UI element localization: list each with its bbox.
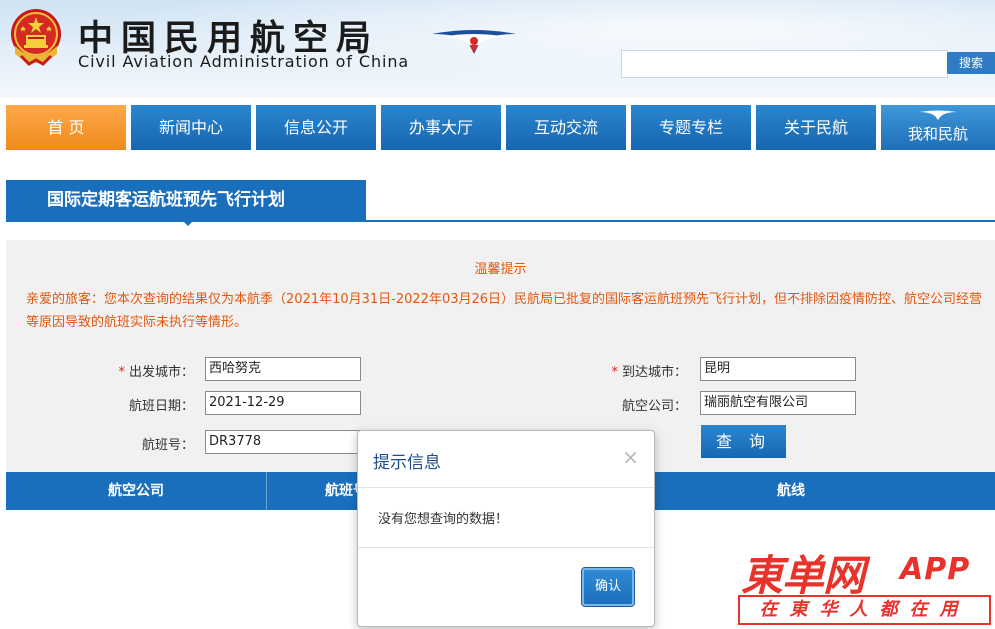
watermark-logo: 東单网 APP 在東华人都在用: [738, 540, 995, 629]
page: 中国民用航空局 Civil Aviation Administration of…: [0, 0, 995, 629]
nav-item-special-topics[interactable]: 专题专栏: [631, 105, 751, 150]
dialog-divider: [358, 487, 654, 488]
arrival-city-field[interactable]: 昆明: [700, 357, 856, 381]
nav-item-about[interactable]: 关于民航: [756, 105, 876, 150]
nav-item-info-disclosure[interactable]: 信息公开: [256, 105, 376, 150]
watermark-slogan: 在東华人都在用: [738, 595, 991, 625]
notice-title: 温馨提示: [474, 262, 527, 277]
notice-text: 亲爱的旅客：您本次查询的结果仅为本航季（2021年10月31日-2022年03月…: [26, 292, 983, 330]
nav-item-interaction[interactable]: 互动交流: [506, 105, 626, 150]
flight-date-field[interactable]: 2021-12-29: [205, 391, 361, 415]
flight-number-label: 航班号：: [141, 438, 194, 453]
section-title: 国际定期客运航班预先飞行计划: [47, 190, 285, 210]
caac-wing-logo-icon: [432, 30, 516, 54]
watermark-app: APP: [900, 552, 971, 587]
column-header-airline: 航空公司: [108, 483, 164, 499]
nav-item-news[interactable]: 新闻中心: [131, 105, 251, 150]
main-nav: 首 页 新闻中心 信息公开 办事大厅 互动交流 专题专栏 关于民航 我和民航: [0, 105, 995, 150]
required-mark: *: [611, 365, 618, 380]
required-mark: *: [118, 365, 125, 380]
dialog-title: 提示信息: [373, 453, 441, 473]
arrival-label: * 到达城市：: [611, 365, 687, 380]
flight-date-label: 航班日期：: [128, 399, 194, 414]
airline-field[interactable]: 瑞丽航空有限公司: [700, 391, 856, 415]
wing-icon: [919, 110, 957, 120]
site-header: 中国民用航空局 Civil Aviation Administration of…: [0, 0, 995, 98]
search-button[interactable]: 搜索: [947, 52, 995, 74]
national-emblem-icon: [11, 9, 61, 66]
confirm-button[interactable]: 确认: [582, 568, 634, 606]
dialog-divider: [358, 547, 654, 548]
section-title-tab: 国际定期客运航班预先飞行计划: [6, 180, 366, 226]
nav-item-service-hall[interactable]: 办事大厅: [381, 105, 501, 150]
nav-item-me-and-caac[interactable]: 我和民航: [881, 105, 995, 150]
search-input[interactable]: [621, 50, 948, 78]
departure-label: * 出发城市：: [118, 365, 194, 380]
column-header-route: 航线: [777, 483, 805, 499]
departure-city-field[interactable]: 西哈努克: [205, 357, 361, 381]
dialog-message: 没有您想查询的数据！: [378, 512, 509, 527]
query-button[interactable]: 查 询: [701, 425, 786, 458]
flight-number-field[interactable]: DR3778: [205, 430, 361, 454]
airline-label: 航空公司：: [621, 399, 687, 414]
watermark-brand: 東单网: [741, 551, 865, 600]
nav-item-label: 我和民航: [907, 125, 968, 143]
nav-item-home[interactable]: 首 页: [6, 105, 126, 150]
tab-divider: [6, 220, 995, 222]
alert-dialog: 提示信息 × 没有您想查询的数据！ 确认: [357, 430, 655, 627]
site-title-en: Civil Aviation Administration of China: [78, 52, 410, 71]
close-icon[interactable]: ×: [622, 445, 639, 469]
